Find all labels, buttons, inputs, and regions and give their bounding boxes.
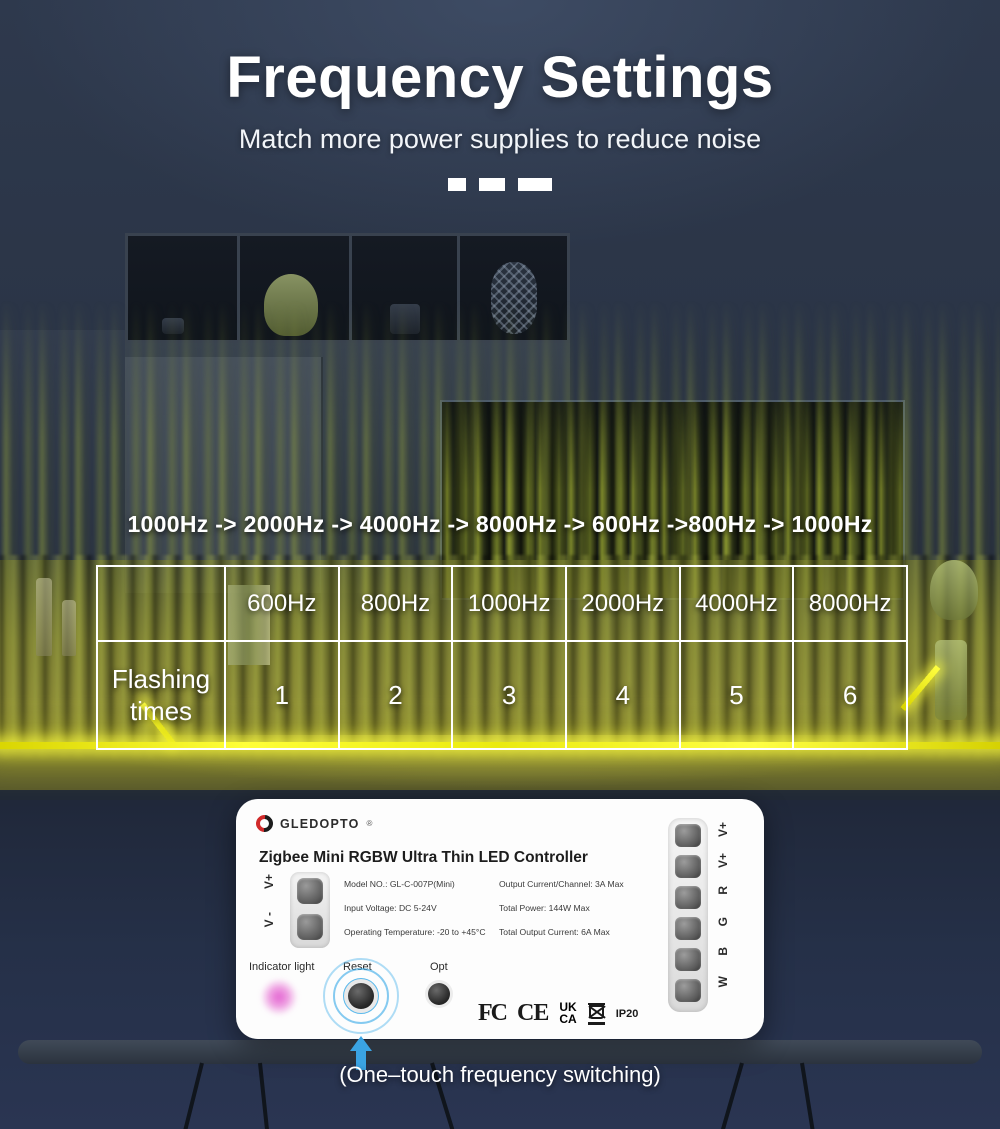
weee-bin-icon xyxy=(587,1002,606,1025)
ce-icon: CE xyxy=(517,1000,549,1026)
weee-underline xyxy=(587,1022,605,1025)
input-screw-vminus xyxy=(297,914,323,940)
brand-name: GLEDOPTO xyxy=(280,816,360,831)
output-screw-4 xyxy=(675,917,701,940)
output-label-vplus-1: V+ xyxy=(716,822,730,838)
input-label-vplus: V+ xyxy=(262,874,276,890)
candle-left xyxy=(36,578,52,656)
arrow-head xyxy=(350,1036,372,1051)
output-screw-1 xyxy=(675,824,701,847)
output-screw-6 xyxy=(675,979,701,1002)
table-header-cell-3: 1000Hz xyxy=(451,565,567,642)
table-cell-flash-5: 5 xyxy=(678,640,795,750)
output-screw-2 xyxy=(675,855,701,878)
ukca-icon: UK CA xyxy=(559,1001,577,1026)
opt-button[interactable] xyxy=(428,983,450,1005)
bottom-caption: (One–touch frequency switching) xyxy=(339,1062,661,1087)
reset-button[interactable] xyxy=(348,983,374,1009)
table-header-cell-2: 800Hz xyxy=(337,565,454,642)
output-label-vplus-2: V+ xyxy=(716,853,730,869)
ukca-line-2: CA xyxy=(559,1011,577,1026)
table-cell-flash-1: 1 xyxy=(224,640,340,750)
table-cell-flash-3: 3 xyxy=(451,640,567,750)
coffee-table-top xyxy=(18,1040,982,1064)
table-cell-flash-4: 4 xyxy=(564,640,681,750)
page-subtitle: Match more power supplies to reduce nois… xyxy=(238,124,762,154)
output-screw-3 xyxy=(675,886,701,909)
dash-1 xyxy=(448,178,466,191)
spec-output-current: Output Current/Channel: 3A Max xyxy=(499,879,624,889)
input-label-vminus: V - xyxy=(262,912,276,928)
spec-input-voltage: Input Voltage: DC 5-24V xyxy=(344,903,437,913)
output-label-g: G xyxy=(716,917,730,927)
ip-rating-label: IP20 xyxy=(615,1007,639,1020)
page-title: Frequency Settings xyxy=(226,45,774,110)
brand-logo: GLEDOPTO ® xyxy=(252,811,373,836)
spec-total-power: Total Power: 144W Max xyxy=(499,903,590,913)
device-specs: Model NO.: GL-C-007P(Mini) Output Curren… xyxy=(344,879,644,937)
indicator-light-label: Indicator light xyxy=(249,961,315,973)
spec-model: Model NO.: GL-C-007P(Mini) xyxy=(344,879,455,889)
plant-right xyxy=(930,560,978,620)
decorative-dashes xyxy=(0,178,1000,191)
table-cell-flash-2: 2 xyxy=(337,640,454,750)
table-header-row: 600Hz 800Hz 1000Hz 2000Hz 4000Hz 8000Hz xyxy=(96,565,908,642)
table-header-cell-5: 4000Hz xyxy=(678,565,795,642)
table-header-cell-1: 600Hz xyxy=(224,565,340,642)
table-header-cell-0 xyxy=(96,565,226,642)
table-cell-flash-6: 6 xyxy=(792,640,908,750)
row-label-line-2: times xyxy=(129,696,193,726)
row-label-line-1: Flashing xyxy=(111,663,211,694)
table-header-cell-4: 2000Hz xyxy=(564,565,681,642)
spec-total-output-current: Total Output Current: 6A Max xyxy=(499,927,610,937)
output-screw-5 xyxy=(675,948,701,971)
certification-marks: FC CE UK CA IP20 xyxy=(478,1000,638,1027)
output-terminal-block xyxy=(668,818,708,1012)
output-label-w: W xyxy=(716,976,730,988)
output-label-b: B xyxy=(716,947,730,956)
dash-3 xyxy=(518,178,552,191)
frequency-sequence: 1000Hz -> 2000Hz -> 4000Hz -> 8000Hz -> … xyxy=(127,511,873,537)
registered-trademark-icon: ® xyxy=(366,819,373,828)
candle-left-2 xyxy=(62,600,76,656)
dash-2 xyxy=(479,178,505,191)
spec-operating-temp: Operating Temperature: -20 to +45°C xyxy=(344,927,486,937)
opt-label: Opt xyxy=(430,961,448,973)
device-product-title: Zigbee Mini RGBW Ultra Thin LED Controll… xyxy=(259,849,588,866)
input-screw-vplus xyxy=(297,878,323,904)
table-row-label: Flashing times xyxy=(96,640,226,750)
vase-right xyxy=(935,640,967,720)
fcc-icon: FC xyxy=(478,1000,508,1026)
input-terminal-block xyxy=(290,872,330,948)
table-header-cell-6: 8000Hz xyxy=(792,565,908,642)
indicator-light xyxy=(262,980,296,1014)
table-body-row: Flashing times 1 2 3 4 5 6 xyxy=(96,640,908,750)
gledopto-logo-icon xyxy=(252,811,277,836)
product-marketing-image: Frequency Settings Match more power supp… xyxy=(0,0,1000,1129)
output-label-r: R xyxy=(716,886,730,895)
frequency-table: 600Hz 800Hz 1000Hz 2000Hz 4000Hz 8000Hz … xyxy=(96,565,908,750)
